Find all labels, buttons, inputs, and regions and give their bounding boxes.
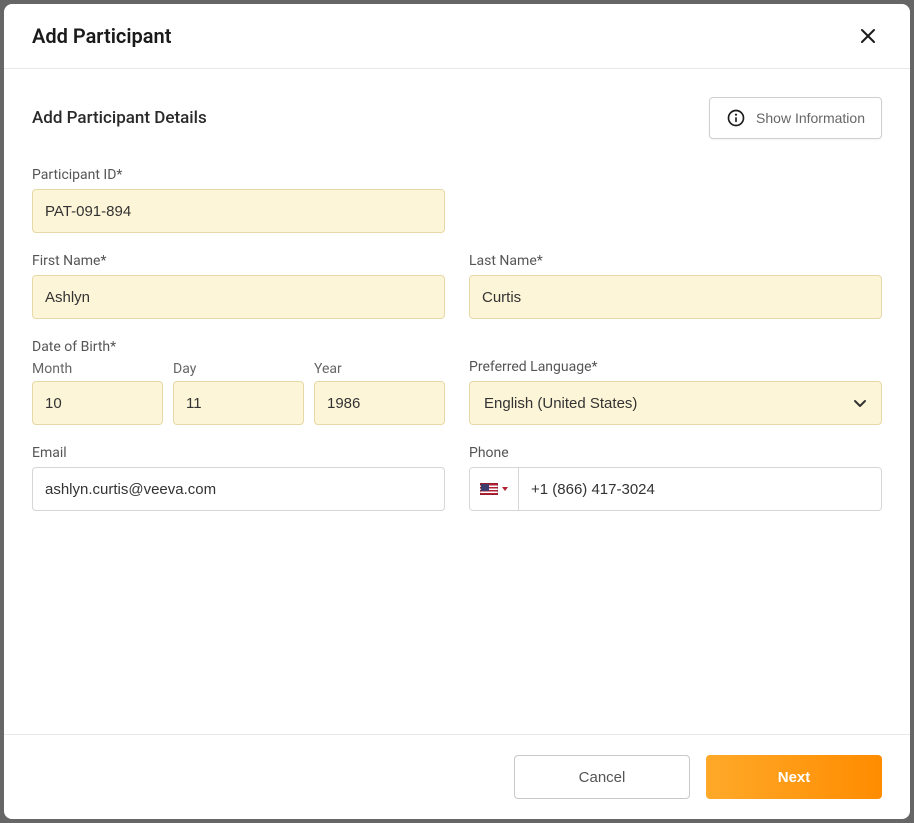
dob-field: Date of Birth* Month Day Year <box>32 339 445 425</box>
show-information-label: Show Information <box>756 110 865 126</box>
participant-id-label: Participant ID* <box>32 167 882 183</box>
dob-label: Date of Birth* <box>32 339 445 355</box>
cancel-button[interactable]: Cancel <box>514 755 690 799</box>
modal-header: Add Participant <box>4 4 910 69</box>
us-flag-icon <box>480 483 498 495</box>
first-name-field: First Name* <box>32 253 445 319</box>
last-name-label: Last Name* <box>469 253 882 269</box>
dob-year-input[interactable] <box>314 381 445 425</box>
dob-month-col: Month <box>32 361 163 425</box>
modal-title: Add Participant <box>32 24 171 48</box>
section-title: Add Participant Details <box>32 108 207 128</box>
last-name-input[interactable] <box>469 275 882 319</box>
modal-footer: Cancel Next <box>4 734 910 819</box>
participant-id-field: Participant ID* <box>32 167 882 233</box>
caret-down-icon <box>502 487 508 491</box>
preferred-language-label: Preferred Language* <box>469 359 882 375</box>
email-label: Email <box>32 445 445 461</box>
dob-month-input[interactable] <box>32 381 163 425</box>
dob-day-input[interactable] <box>173 381 304 425</box>
info-icon <box>726 108 746 128</box>
last-name-field: Last Name* <box>469 253 882 319</box>
preferred-language-select[interactable]: English (United States) <box>469 381 882 425</box>
form-grid: Participant ID* First Name* Last Name* D… <box>32 167 882 511</box>
first-name-label: First Name* <box>32 253 445 269</box>
close-icon <box>860 28 876 44</box>
show-information-button[interactable]: Show Information <box>709 97 882 139</box>
section-header: Add Participant Details Show Information <box>32 97 882 139</box>
next-button[interactable]: Next <box>706 755 882 799</box>
phone-field: Phone <box>469 445 882 511</box>
close-button[interactable] <box>854 22 882 50</box>
phone-label: Phone <box>469 445 882 461</box>
add-participant-modal: Add Participant Add Participant Details … <box>4 4 910 819</box>
first-name-input[interactable] <box>32 275 445 319</box>
dob-year-col: Year <box>314 361 445 425</box>
dob-year-label: Year <box>314 361 445 377</box>
phone-input[interactable] <box>519 468 881 510</box>
dob-day-col: Day <box>173 361 304 425</box>
dob-day-label: Day <box>173 361 304 377</box>
preferred-language-field: Preferred Language* English (United Stat… <box>469 339 882 425</box>
phone-country-selector[interactable] <box>470 468 519 510</box>
email-input[interactable] <box>32 467 445 511</box>
modal-body: Add Participant Details Show Information… <box>4 69 910 734</box>
email-field: Email <box>32 445 445 511</box>
dob-month-label: Month <box>32 361 163 377</box>
participant-id-input[interactable] <box>32 189 445 233</box>
